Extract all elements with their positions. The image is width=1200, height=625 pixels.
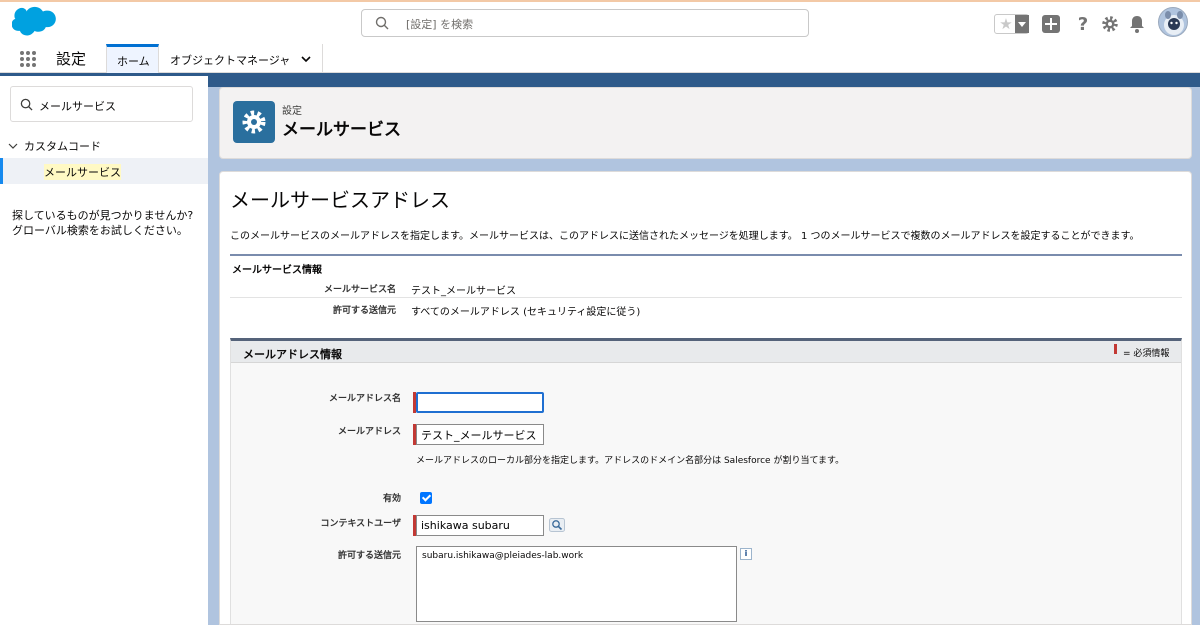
- avatar-astro-icon: [1164, 11, 1184, 35]
- required-indicator-icon: [1114, 344, 1117, 354]
- global-header: [設定] を検索 ★ ?: [0, 0, 1200, 44]
- settings-gear-icon: [233, 101, 275, 143]
- section-title: メールサービス情報: [232, 265, 322, 276]
- email-address-name-input[interactable]: [416, 392, 544, 413]
- field-help-text: メールアドレスのローカル部分を指定します。アドレスのドメイン名部分は Sales…: [416, 456, 845, 466]
- field-label: メールアドレス名: [328, 394, 401, 404]
- tree-item-email-services[interactable]: メールサービス: [0, 158, 208, 184]
- active-checkbox[interactable]: [420, 492, 432, 504]
- search-icon: [375, 16, 389, 30]
- tab-home[interactable]: ホーム: [106, 44, 159, 73]
- tab-home-label: ホーム: [117, 55, 150, 68]
- app-name: 設定: [56, 50, 87, 68]
- info-icon[interactable]: i: [740, 548, 752, 560]
- tab-object-manager[interactable]: オブジェクトマネージャ: [160, 44, 323, 73]
- tree-item-label: メールサービス: [44, 164, 121, 180]
- favorite-star-icon[interactable]: ★: [997, 15, 1015, 33]
- section-header: メールアドレス情報 = 必須情報: [231, 341, 1181, 363]
- global-search[interactable]: [設定] を検索: [361, 9, 809, 37]
- tree-item-label: カスタムコード: [24, 140, 101, 153]
- page-title: メールサービス: [282, 120, 401, 140]
- email-service-info-section: メールサービス情報 メールサービス名 テスト_メールサービス 許可する送信元 す…: [230, 254, 1182, 318]
- salesforce-cloud-logo[interactable]: [12, 6, 60, 40]
- avatar[interactable]: [1158, 7, 1188, 37]
- context-user-input[interactable]: [416, 515, 544, 536]
- page-description: このメールサービスのメールアドレスを指定します。メールサービスは、このアドレスに…: [230, 231, 1140, 242]
- favorites-dropdown-icon[interactable]: [1015, 15, 1029, 33]
- allowed-senders-textarea[interactable]: subaru.ishikawa@pleiades-lab.work: [416, 546, 737, 622]
- tree-item-custom-code[interactable]: カスタムコード: [6, 138, 206, 156]
- field-value: すべてのメールアドレス (セキュリティ設定に従う): [411, 307, 641, 318]
- not-found-line: グローバル検索をお試しください。: [12, 224, 188, 237]
- field-value: テスト_メールサービス: [411, 286, 516, 297]
- chevron-down-icon[interactable]: [8, 141, 18, 151]
- help-icon[interactable]: ?: [1073, 14, 1093, 34]
- field-label: メールアドレス: [337, 427, 401, 437]
- search-placeholder: [設定] を検索: [406, 18, 474, 31]
- gear-icon[interactable]: [1100, 14, 1120, 34]
- field-label: 許可する送信元: [332, 306, 396, 316]
- search-icon: [20, 98, 33, 111]
- not-found-line: 探しているものが見つかりませんか?: [12, 209, 194, 222]
- add-icon[interactable]: [1041, 14, 1061, 34]
- detail-row: 許可する送信元 すべてのメールアドレス (セキュリティ設定に従う): [230, 298, 1182, 319]
- section-title: メールアドレス情報: [243, 348, 342, 361]
- quick-find-value: メールサービス: [39, 100, 116, 113]
- field-label: 許可する送信元: [337, 551, 401, 561]
- lookup-icon[interactable]: [549, 518, 565, 532]
- required-legend: = 必須情報: [1123, 349, 1170, 359]
- email-address-info-section: メールアドレス情報 = 必須情報 メールアドレス名 メールアドレス メールアドレ…: [230, 338, 1182, 624]
- detail-row: メールサービス名 テスト_メールサービス: [230, 277, 1182, 298]
- page-heading: メールサービスアドレス: [230, 188, 450, 212]
- setup-sidebar: メールサービス カスタムコード メールサービス 探しているものが見つかりませんか…: [0, 76, 208, 625]
- page-header: 設定 メールサービス: [219, 87, 1192, 159]
- email-address-input[interactable]: [416, 424, 544, 445]
- field-label: メールサービス名: [323, 285, 396, 295]
- bell-icon[interactable]: [1127, 14, 1147, 34]
- svg-text:?: ?: [1078, 14, 1088, 34]
- app-navigation: 設定 ホーム オブジェクトマネージャ: [0, 44, 1200, 73]
- quick-find-input[interactable]: メールサービス: [10, 86, 193, 122]
- tab-object-manager-label: オブジェクトマネージャ: [170, 54, 291, 67]
- favorites-button[interactable]: ★: [994, 14, 1029, 34]
- app-launcher-icon[interactable]: [19, 50, 37, 68]
- chevron-down-icon[interactable]: [300, 53, 312, 65]
- main-content: メールサービスアドレス このメールサービスのメールアドレスを指定します。メールサ…: [219, 171, 1192, 625]
- not-found-help: 探しているものが見つかりませんか? グローバル検索をお試しください。: [12, 208, 202, 238]
- field-label: コンテキストユーザ: [320, 519, 401, 529]
- field-label: 有効: [382, 494, 401, 504]
